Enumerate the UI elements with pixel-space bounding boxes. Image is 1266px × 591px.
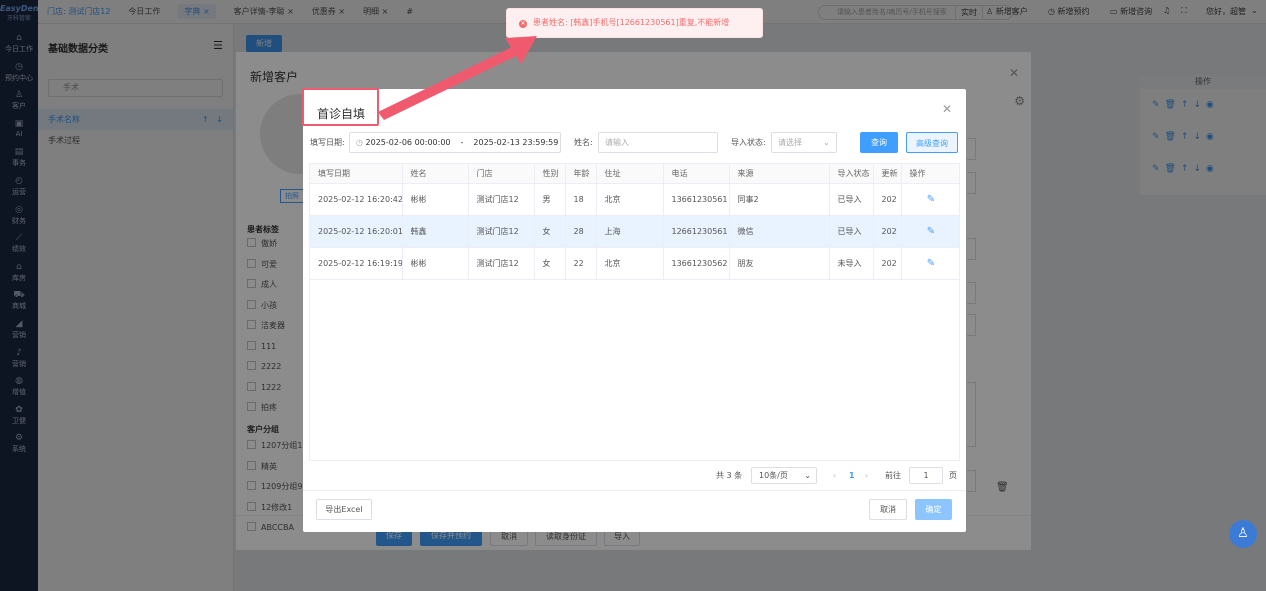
clock-icon: ◷ bbox=[356, 138, 366, 147]
edit-icon[interactable]: ✎ bbox=[901, 215, 959, 248]
import-status-label: 导入状态: bbox=[731, 138, 766, 147]
cancel-button[interactable]: 取消 bbox=[869, 499, 907, 520]
edit-icon[interactable]: ✎ bbox=[901, 183, 959, 216]
date-range-picker[interactable]: ◷ 2025-02-06 00:00:00-2025-02-13 23:59:5… bbox=[349, 132, 561, 153]
column-header: 姓名 bbox=[402, 164, 469, 184]
cell-store: 测试门店12 bbox=[468, 215, 535, 248]
cell-upd: 202 bbox=[873, 215, 902, 248]
import-status-select[interactable]: 请选择 ⌄ bbox=[771, 132, 837, 153]
table-row[interactable]: 2025-02-12 16:19:19 彬彬 测试门店12 女 22 北京 13661230… bbox=[310, 247, 959, 280]
cell-gender: 男 bbox=[534, 183, 566, 216]
column-header: 填写日期 bbox=[310, 164, 403, 184]
cell-name: 彬彬 bbox=[402, 247, 469, 280]
cell-age: 28 bbox=[565, 215, 597, 248]
cell-addr: 北京 bbox=[596, 183, 664, 216]
close-icon[interactable]: ✕ bbox=[942, 102, 952, 116]
cell-upd: 202 bbox=[873, 183, 902, 216]
current-page[interactable]: 1 bbox=[849, 467, 855, 485]
confirm-button[interactable]: 确定 bbox=[915, 499, 952, 520]
column-header: 年龄 bbox=[565, 164, 597, 184]
app-root: EasyDent牙科管家 ⌂今日工作◷预约中心♙客户▣AI▤事务◴运营◎财务⟋绩… bbox=[0, 0, 1266, 591]
error-toast: ✕ 患者姓名: [韩鑫]手机号[12661230561]重复,不能新增 bbox=[506, 8, 763, 38]
table-row[interactable]: 2025-02-12 16:20:01 韩鑫 测试门店12 女 28 上海 12661230… bbox=[310, 215, 959, 248]
pager-total: 共 3 条 bbox=[716, 471, 743, 480]
column-header: 操作 bbox=[901, 164, 959, 184]
cell-phone: 12661230561 bbox=[663, 215, 730, 248]
table-body: 2025-02-12 16:20:42 彬彬 测试门店12 男 18 北京 13661230… bbox=[310, 183, 959, 280]
cell-phone: 13661230562 bbox=[663, 247, 730, 280]
records-table: 填写日期 姓名 门店 性别 年龄 住址 电话 来源 导入状态 更新 操作 2025-02-12 16… bbox=[309, 163, 960, 461]
page-size-value: 10条/页 bbox=[759, 471, 788, 480]
page-unit: 页 bbox=[949, 471, 957, 480]
name-input[interactable]: 请输入 bbox=[598, 132, 718, 153]
cell-source: 微信 bbox=[729, 215, 830, 248]
cell-store: 测试门店12 bbox=[468, 183, 535, 216]
export-excel-button[interactable]: 导出Excel bbox=[316, 499, 372, 520]
cell-source: 同事2 bbox=[729, 183, 830, 216]
cell-age: 18 bbox=[565, 183, 597, 216]
table-header: 填写日期 姓名 门店 性别 年龄 住址 电话 来源 导入状态 更新 操作 bbox=[310, 164, 959, 184]
cell-status: 已导入 bbox=[829, 183, 874, 216]
column-header: 门店 bbox=[468, 164, 535, 184]
table-row[interactable]: 2025-02-12 16:20:42 彬彬 测试门店12 男 18 北京 13661230… bbox=[310, 183, 959, 216]
cell-source: 朋友 bbox=[729, 247, 830, 280]
cell-upd: 202 bbox=[873, 247, 902, 280]
cell-store: 测试门店12 bbox=[468, 247, 535, 280]
chevron-down-icon: ⌄ bbox=[804, 471, 811, 480]
column-header: 更新 bbox=[873, 164, 902, 184]
column-header: 性别 bbox=[534, 164, 566, 184]
cell-phone: 13661230561 bbox=[663, 183, 730, 216]
query-button[interactable]: 查询 bbox=[860, 132, 898, 153]
cell-date: 2025-02-12 16:20:42 bbox=[310, 183, 403, 216]
toast-message: 患者姓名: [韩鑫]手机号[12661230561]重复,不能新增 bbox=[533, 18, 730, 27]
cell-date: 2025-02-12 16:19:19 bbox=[310, 247, 403, 280]
date-label: 填写日期: bbox=[310, 138, 345, 147]
next-page-icon[interactable]: › bbox=[865, 467, 868, 485]
column-header: 住址 bbox=[596, 164, 664, 184]
column-header: 电话 bbox=[663, 164, 730, 184]
footer-divider bbox=[303, 490, 966, 491]
cell-status: 已导入 bbox=[829, 215, 874, 248]
cell-date: 2025-02-12 16:20:01 bbox=[310, 215, 403, 248]
cell-name: 韩鑫 bbox=[402, 215, 469, 248]
goto-page-input[interactable]: 1 bbox=[909, 467, 943, 484]
annotation-highlight-box bbox=[302, 88, 379, 126]
chevron-down-icon: ⌄ bbox=[823, 138, 830, 147]
prev-page-icon[interactable]: ‹ bbox=[833, 467, 836, 485]
date-end: 2025-02-13 23:59:59 bbox=[473, 138, 559, 147]
cell-gender: 女 bbox=[534, 247, 566, 280]
cell-age: 22 bbox=[565, 247, 597, 280]
cell-addr: 上海 bbox=[596, 215, 664, 248]
error-icon: ✕ bbox=[519, 20, 527, 28]
cell-name: 彬彬 bbox=[402, 183, 469, 216]
cell-gender: 女 bbox=[534, 215, 566, 248]
column-header: 导入状态 bbox=[829, 164, 874, 184]
first-visit-dialog: 首诊自填 ✕ 填写日期: ◷ 2025-02-06 00:00:00-2025-… bbox=[303, 89, 966, 532]
cell-status: 未导入 bbox=[829, 247, 874, 280]
goto-label: 前往 bbox=[885, 471, 901, 480]
advanced-query-button[interactable]: 高级查询 bbox=[906, 132, 958, 153]
column-header: 来源 bbox=[729, 164, 830, 184]
date-start: 2025-02-06 00:00:00 bbox=[365, 138, 451, 147]
import-status-placeholder: 请选择 bbox=[778, 138, 802, 147]
date-separator: - bbox=[460, 138, 464, 147]
support-avatar-icon[interactable]: ♙ bbox=[1229, 520, 1257, 548]
cell-addr: 北京 bbox=[596, 247, 664, 280]
page-size-select[interactable]: 10条/页 ⌄ bbox=[751, 467, 817, 484]
name-label: 姓名: bbox=[574, 138, 593, 147]
edit-icon[interactable]: ✎ bbox=[901, 247, 959, 280]
